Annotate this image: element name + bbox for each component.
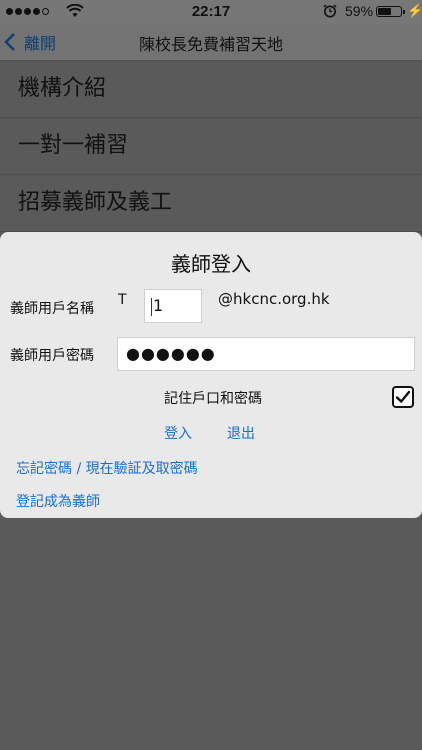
charging-bolt-icon: ⚡ — [407, 3, 422, 18]
checkmark-icon — [395, 390, 411, 403]
password-input[interactable]: ●●●●●● — [117, 337, 415, 371]
password-label: 義師用戶密碼 — [10, 348, 94, 364]
login-dialog: 義師登入 義師用戶名稱 T 1 @hkcnc.org.hk 義師用戶密碼 ●●●… — [0, 232, 422, 518]
dialog-title: 義師登入 — [171, 252, 251, 276]
battery-percent: 59% — [345, 3, 374, 19]
register-link[interactable]: 登記成為義師 — [16, 491, 100, 511]
text-caret — [151, 297, 152, 316]
domain-suffix: @hkcnc.org.hk — [218, 290, 330, 308]
battery-icon — [376, 6, 405, 17]
username-input[interactable]: 1 — [144, 289, 202, 323]
menu-item-one-to-one-tutoring[interactable]: 一對一補習 — [0, 118, 422, 175]
login-button[interactable]: 登入 — [164, 423, 192, 443]
forgot-password-link[interactable]: 忘記密碼 / 現在驗証及取密碼 — [16, 458, 198, 478]
menu-item-recruit-volunteers[interactable]: 招募義師及義工 — [0, 175, 422, 232]
remember-label: 記住戶口和密碼 — [164, 391, 262, 407]
exit-button[interactable]: 退出 — [227, 423, 255, 443]
username-prefix: T — [118, 292, 127, 308]
alarm-clock-icon — [323, 4, 337, 18]
username-label: 義師用戶名稱 — [10, 301, 94, 317]
menu-item-about[interactable]: 機構介紹 — [0, 61, 422, 118]
username-value: 1 — [153, 296, 164, 315]
page-title: 陳校長免費補習天地 — [138, 35, 283, 54]
remember-checkbox[interactable] — [392, 386, 414, 408]
status-bar: 22:17 59% ⚡ — [0, 0, 422, 24]
navigation-bar: 離開 陳校長免費補習天地 — [0, 24, 422, 61]
menu-list: 機構介紹 一對一補習 招募義師及義工 — [0, 61, 422, 232]
